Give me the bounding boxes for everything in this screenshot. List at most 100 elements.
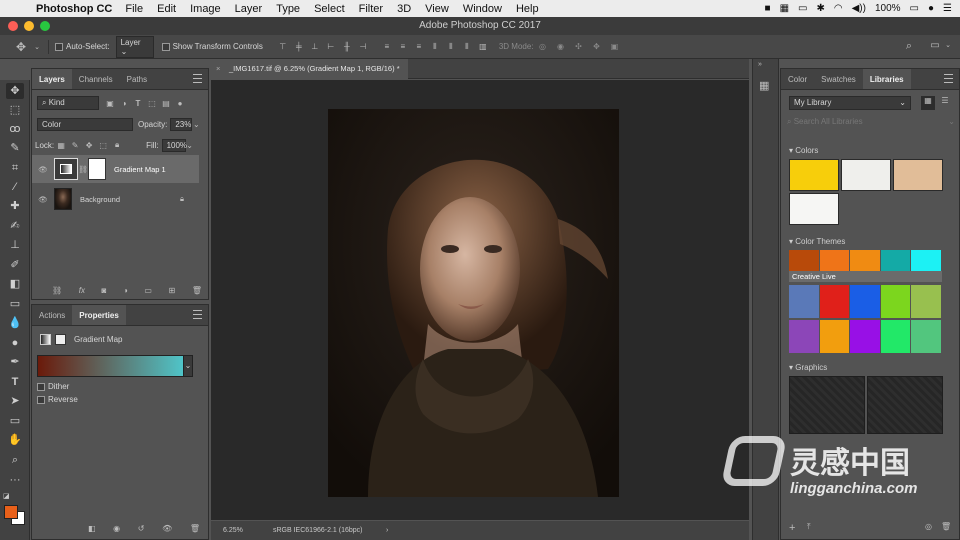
align-vcenter-icon[interactable]: ╪ [291, 42, 307, 51]
canvas-area[interactable] [211, 80, 749, 520]
camera-icon[interactable]: ■ [765, 3, 771, 14]
layer-style-icon[interactable]: fx [79, 286, 85, 295]
menu-edit[interactable]: Edit [157, 3, 176, 15]
add-mask-icon[interactable]: ◙ [102, 286, 107, 295]
theme-color-cell[interactable] [911, 320, 941, 353]
menu-layer[interactable]: Layer [235, 3, 263, 15]
tab-channels[interactable]: Channels [72, 69, 120, 89]
eyedropper-tool-icon[interactable]: ⁄ [6, 179, 24, 195]
lasso-tool-icon[interactable]: ꝏ [6, 121, 24, 137]
tab-libraries[interactable]: Libraries [862, 69, 911, 89]
fill-chevron-icon[interactable]: ⌄ [186, 141, 194, 150]
gradient-editor[interactable] [37, 355, 187, 377]
grid-view-icon[interactable]: ▦ [921, 96, 935, 110]
volume-icon[interactable]: ◀)) [852, 3, 866, 14]
document-tab[interactable]: × _IMG1617.tif @ 6.25% (Gradient Map 1, … [211, 59, 408, 79]
menu-help[interactable]: Help [516, 3, 539, 15]
graphics-section-header[interactable]: ▾ Graphics [789, 363, 827, 372]
history-brush-tool-icon[interactable]: ✐ [6, 257, 24, 273]
distribute-left-icon[interactable]: ⦀ [427, 42, 443, 52]
add-content-icon[interactable]: + [789, 522, 795, 534]
filter-smart-object-icon[interactable]: ▤ [159, 99, 173, 108]
pen-tool-icon[interactable]: ✒ [6, 354, 24, 370]
library-color-swatch[interactable] [789, 159, 839, 191]
zoom-window-button[interactable] [40, 21, 50, 31]
library-dropdown[interactable]: My Library ⌄ [789, 96, 911, 110]
menu-3d[interactable]: 3D [397, 3, 411, 15]
tab-paths[interactable]: Paths [120, 69, 154, 89]
theme-color-cell[interactable] [911, 250, 941, 271]
align-right-icon[interactable]: ⊣ [355, 42, 371, 51]
distribute-vcenter-icon[interactable]: ≡ [395, 42, 411, 51]
theme-color-cell[interactable] [819, 320, 850, 353]
graphic-item[interactable] [789, 376, 865, 434]
delete-adjustment-icon[interactable]: 🗑︎ [190, 524, 200, 533]
menu-image[interactable]: Image [190, 3, 221, 15]
theme-color-cell[interactable] [850, 250, 880, 271]
theme-color-cell[interactable] [789, 320, 819, 353]
default-colors-icon[interactable]: ◪ [3, 492, 11, 500]
lock-artboard-icon[interactable]: ⬚ [96, 141, 110, 150]
theme-color-cell[interactable] [789, 285, 819, 318]
clip-to-layer-icon[interactable]: ◧ [88, 524, 96, 533]
filter-shape-icon[interactable]: ⬚ [145, 99, 159, 108]
new-group-icon[interactable]: ▭ [144, 286, 152, 295]
distribute-bottom-icon[interactable]: ≡ [411, 42, 427, 51]
filter-type-icon[interactable]: T [131, 99, 145, 108]
layers-panel-menu-icon[interactable] [193, 74, 202, 83]
theme-color-cell[interactable] [880, 285, 911, 318]
library-color-swatch[interactable] [841, 159, 891, 191]
tab-properties[interactable]: Properties [72, 305, 126, 325]
collapse-panels-icon[interactable]: » [758, 61, 762, 68]
3d-roll-icon[interactable]: ◉ [552, 42, 570, 51]
fill-input[interactable]: 100% [161, 138, 187, 152]
filter-toggle-icon[interactable]: ● [173, 99, 187, 108]
toggle-visibility-icon[interactable]: 👁︎ [162, 524, 172, 533]
align-left-icon[interactable]: ⊢ [323, 42, 339, 51]
clone-stamp-tool-icon[interactable]: ⊥ [6, 237, 24, 253]
dither-checkbox[interactable] [37, 382, 45, 391]
workspace-chevron-icon[interactable]: ⌄ [943, 41, 953, 49]
colors-section-header[interactable]: ▾ Colors [789, 146, 818, 155]
library-color-swatch[interactable] [789, 193, 839, 225]
theme-color-cell[interactable] [850, 285, 880, 318]
eraser-tool-icon[interactable]: ◧ [6, 276, 24, 292]
menu-filter[interactable]: Filter [359, 3, 383, 15]
more-tools-icon[interactable]: ··· [6, 472, 24, 488]
distribute-right-icon[interactable]: ⦀ [459, 42, 475, 52]
theme-color-cell[interactable] [789, 250, 819, 271]
menu-window[interactable]: Window [463, 3, 502, 15]
close-window-button[interactable] [8, 21, 18, 31]
filter-pixel-icon[interactable]: ▣ [103, 99, 117, 108]
rectangle-tool-icon[interactable]: ▭ [6, 413, 24, 429]
marquee-tool-icon[interactable]: ⬚ [6, 102, 24, 118]
status-menu-chevron-icon[interactable]: › [386, 521, 388, 540]
tab-layers[interactable]: Layers [32, 69, 72, 89]
list-view-icon[interactable]: ☰ [938, 96, 952, 110]
dodge-tool-icon[interactable]: ● [6, 335, 24, 351]
theme-color-cell[interactable] [819, 285, 850, 318]
lock-position-icon[interactable]: ✥ [82, 141, 96, 150]
auto-select-target-dropdown[interactable]: Layer ⌄ [115, 35, 154, 58]
quick-select-tool-icon[interactable]: ✎ [6, 140, 24, 156]
align-hcenter-icon[interactable]: ╫ [339, 42, 355, 51]
tab-color[interactable]: Color [781, 69, 814, 89]
theme-color-cell[interactable] [880, 250, 911, 271]
history-panel-icon[interactable]: ▦ [759, 79, 769, 92]
graphic-item[interactable] [867, 376, 943, 434]
blur-tool-icon[interactable]: 💧 [6, 315, 24, 331]
reset-icon[interactable]: ↺ [138, 524, 145, 533]
menu-view[interactable]: View [425, 3, 449, 15]
document-image[interactable] [328, 109, 619, 497]
bluetooth-icon[interactable]: ✱ [816, 3, 824, 14]
visibility-eye-icon[interactable]: 👁︎ [32, 195, 54, 204]
opacity-input[interactable]: 23% [170, 117, 193, 131]
blend-mode-dropdown[interactable]: Color [37, 117, 133, 131]
theme-color-cell[interactable] [911, 285, 941, 318]
library-search-field[interactable]: ⌕ Search All Libraries ⌄ [787, 117, 957, 131]
mask-link-icon[interactable]: ⛓︎ [78, 165, 88, 174]
auto-select-checkbox[interactable] [55, 42, 63, 51]
type-tool-icon[interactable]: T [6, 374, 24, 390]
opacity-chevron-icon[interactable]: ⌄ [192, 120, 200, 129]
filter-adjustment-icon[interactable]: ◑ [117, 99, 131, 108]
